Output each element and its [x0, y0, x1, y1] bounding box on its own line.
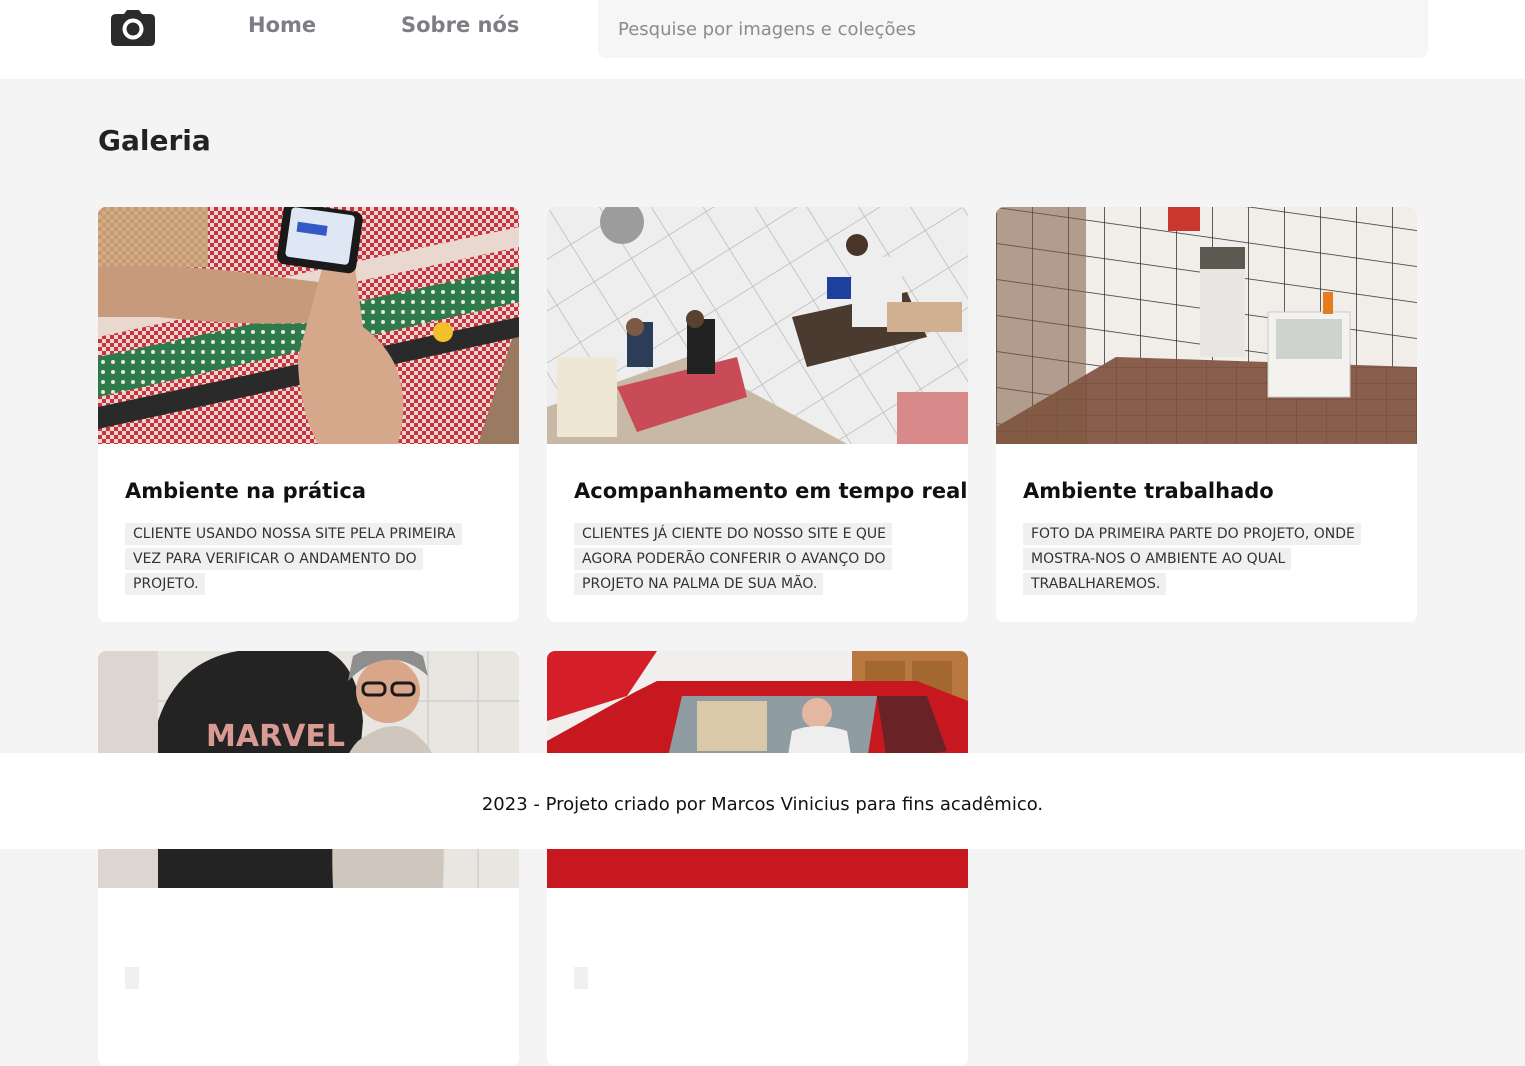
search-input[interactable] [598, 0, 1428, 58]
gallery-photo [547, 207, 968, 444]
footer-text: 2023 - Projeto criado por Marcos Viniciu… [481, 794, 1044, 815]
header: Home Sobre nós [0, 0, 1525, 79]
card-description: Foto da primeira parte do projeto, onde … [1023, 522, 1383, 597]
gallery-photo [98, 207, 519, 444]
card-title: Ambiente na prática [125, 479, 366, 503]
footer: 2023 - Projeto criado por Marcos Viniciu… [0, 753, 1525, 849]
card-title: Acompanhamento em tempo real [574, 479, 968, 503]
gallery-card[interactable] [547, 651, 968, 1066]
gallery-card[interactable]: Ambiente trabalhado Foto da primeira par… [996, 207, 1417, 622]
camera-icon[interactable] [110, 9, 156, 47]
svg-text:MARVEL: MARVEL [206, 719, 345, 754]
page-title: Galeria [98, 124, 211, 157]
card-title: Ambiente trabalhado [1023, 479, 1274, 503]
card-description [574, 966, 934, 991]
gallery-photo [996, 207, 1417, 444]
card-description: Cliente usando nossa site pela primeira … [125, 522, 485, 597]
nav-home-link[interactable]: Home [248, 13, 316, 37]
card-description: Clientes já ciente do nosso site e que a… [574, 522, 934, 597]
nav-about-link[interactable]: Sobre nós [401, 13, 519, 37]
gallery-card[interactable]: Ambiente na prática Cliente usando nossa… [98, 207, 519, 622]
card-description [125, 966, 485, 991]
gallery-card[interactable]: Acompanhamento em tempo real Clientes já… [547, 207, 968, 622]
gallery-card[interactable]: MARVEL [98, 651, 519, 1066]
